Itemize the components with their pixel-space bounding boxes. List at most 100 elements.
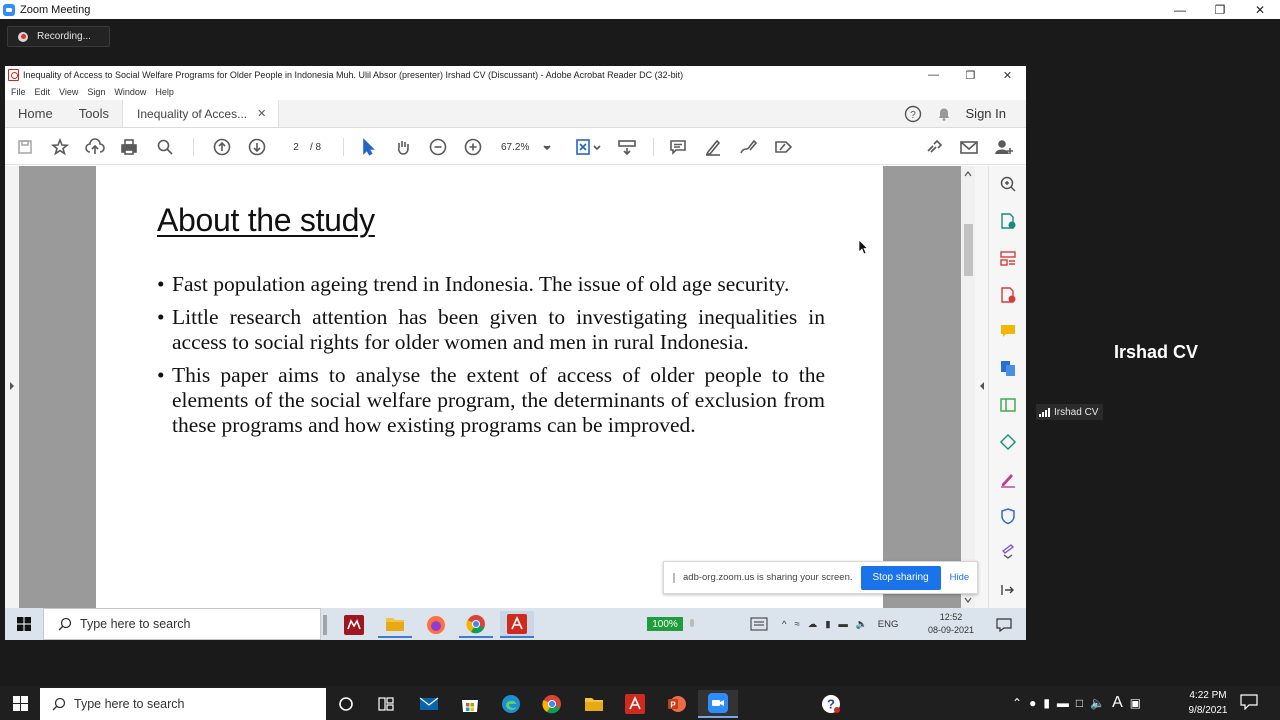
hide-link[interactable]: Hide: [950, 572, 970, 583]
upload-cloud-icon[interactable]: [84, 137, 106, 157]
menu-help[interactable]: Help: [155, 87, 174, 97]
show-hidden-icons-chevron-icon[interactable]: ^: [782, 619, 786, 630]
start-windows-icon[interactable]: [0, 686, 40, 720]
left-nav-collapse[interactable]: [5, 166, 19, 608]
vertical-scrollbar[interactable]: [961, 166, 975, 608]
action-center-toggle-icon[interactable]: [750, 617, 768, 631]
battery-tray-icon[interactable]: ▬: [1057, 696, 1069, 710]
mail-icon[interactable]: [409, 690, 449, 718]
wifi-icon[interactable]: ≈: [794, 619, 799, 630]
tab-close-icon[interactable]: ✕: [257, 107, 266, 120]
acrobat-minimize-button[interactable]: —: [915, 66, 952, 84]
zoom-level-input[interactable]: 67.2%: [501, 138, 531, 156]
combine-files-icon[interactable]: [998, 358, 1018, 378]
menu-edit[interactable]: Edit: [35, 87, 51, 97]
close-button[interactable]: ✕: [1240, 0, 1280, 19]
page-number-input[interactable]: 2: [285, 138, 307, 156]
hand-tool-icon[interactable]: [392, 137, 414, 157]
cortana-circle-icon[interactable]: [326, 690, 366, 718]
network-icon[interactable]: □: [1076, 696, 1083, 710]
chrome-icon[interactable]: [459, 611, 493, 638]
comment-tool-icon[interactable]: [998, 321, 1018, 341]
chrome-taskbar-icon[interactable]: [532, 690, 572, 718]
edit-pdf-icon[interactable]: [998, 395, 1018, 415]
file-explorer-taskbar-icon[interactable]: [574, 690, 614, 718]
presenter-search-box[interactable]: Type here to search: [43, 608, 321, 640]
share-link-icon[interactable]: [923, 137, 945, 157]
minimize-button[interactable]: —: [1160, 0, 1200, 19]
previous-page-icon[interactable]: [211, 137, 233, 157]
zoom-out-icon[interactable]: [427, 137, 449, 157]
volume-tray-icon[interactable]: 🔈: [1090, 696, 1105, 710]
print-icon[interactable]: [118, 137, 140, 157]
next-page-icon[interactable]: [246, 137, 268, 157]
scrollbar-thumb[interactable]: [964, 224, 973, 276]
zoom-taskbar-icon[interactable]: [698, 690, 738, 718]
file-explorer-icon[interactable]: [378, 611, 412, 638]
acrobat-close-button[interactable]: ✕: [989, 66, 1026, 84]
fill-sign-tool-icon[interactable]: [998, 469, 1018, 489]
bell-icon[interactable]: [936, 106, 952, 122]
bookmark-star-icon[interactable]: [49, 137, 71, 157]
display-switch-icon[interactable]: ▣: [1130, 696, 1141, 710]
export-pdf-icon[interactable]: [998, 211, 1018, 231]
onedrive-cloud-icon[interactable]: ☁: [808, 619, 818, 630]
organize-pages-icon[interactable]: [998, 248, 1018, 268]
menu-file[interactable]: File: [11, 87, 26, 97]
volume-icon[interactable]: 🔈: [856, 619, 868, 630]
draw-sign-icon[interactable]: [737, 137, 759, 157]
acrobat-reader-taskbar-icon[interactable]: [615, 690, 655, 718]
create-pdf-icon[interactable]: [998, 285, 1018, 305]
select-cursor-icon[interactable]: [357, 137, 379, 157]
sign-in-button[interactable]: Sign In: [966, 106, 1006, 121]
acrobat-taskbar-icon[interactable]: [500, 611, 534, 638]
input-method-icon[interactable]: A: [1112, 694, 1123, 712]
tab-tools[interactable]: Tools: [66, 100, 122, 127]
scroll-mode-icon[interactable]: [616, 137, 638, 157]
stop-sharing-button[interactable]: Stop sharing: [860, 565, 941, 590]
mendeley-app-icon[interactable]: [337, 611, 371, 638]
highlight-pen-icon[interactable]: [702, 137, 724, 157]
powerpoint-icon[interactable]: P: [657, 690, 697, 718]
fill-sign-icon[interactable]: [772, 137, 794, 157]
task-view-icon[interactable]: [366, 690, 406, 718]
microphone-tray-icon[interactable]: ▮: [1043, 696, 1050, 710]
taskbar-search-box[interactable]: Type here to search: [40, 688, 326, 720]
more-tools-icon[interactable]: [998, 542, 1018, 562]
help-bubble-icon[interactable]: ?: [811, 690, 851, 718]
recording-indicator[interactable]: Recording...: [7, 26, 110, 47]
tab-document[interactable]: Inequality of Acces... ✕: [122, 100, 280, 127]
help-icon[interactable]: ?: [904, 105, 922, 123]
menu-sign[interactable]: Sign: [87, 87, 105, 97]
email-envelope-icon[interactable]: [958, 137, 980, 157]
battery-icon[interactable]: ▬: [838, 619, 848, 630]
collapse-panel-icon[interactable]: [998, 580, 1018, 600]
scan-ocr-icon[interactable]: [998, 432, 1018, 452]
page-fit-icon[interactable]: [573, 137, 603, 157]
zoom-in-icon[interactable]: [462, 137, 484, 157]
find-magnifier-icon[interactable]: [154, 137, 176, 157]
action-center-icon[interactable]: [1240, 694, 1258, 710]
restore-button[interactable]: ❐: [1200, 0, 1240, 19]
acrobat-restore-button[interactable]: ❐: [952, 66, 989, 84]
windows-start-icon[interactable]: [5, 608, 43, 640]
presenter-clock[interactable]: 12:52 08-09-2021: [923, 611, 979, 637]
drag-handle[interactable]: [673, 572, 675, 583]
microsoft-store-icon[interactable]: [450, 690, 490, 718]
search-zoom-icon[interactable]: [998, 174, 1018, 194]
add-user-icon[interactable]: [993, 137, 1015, 157]
tab-home[interactable]: Home: [5, 100, 66, 127]
show-hidden-icons-chevron-icon[interactable]: ⌃: [1012, 696, 1022, 710]
edge-icon[interactable]: [491, 690, 531, 718]
microphone-icon[interactable]: ▮: [825, 619, 830, 630]
menu-window[interactable]: Window: [114, 87, 146, 97]
protect-shield-icon[interactable]: [998, 506, 1018, 526]
menu-view[interactable]: View: [59, 87, 78, 97]
zoom-dropdown-chevron-icon[interactable]: [540, 137, 554, 157]
firefox-icon[interactable]: [419, 611, 453, 638]
save-icon[interactable]: [14, 137, 36, 157]
taskbar-clock[interactable]: 4:22 PM 9/8/2021: [1180, 688, 1236, 718]
language-indicator[interactable]: ENG: [878, 619, 899, 630]
notification-icon[interactable]: [987, 611, 1021, 638]
comment-icon[interactable]: [667, 137, 689, 157]
